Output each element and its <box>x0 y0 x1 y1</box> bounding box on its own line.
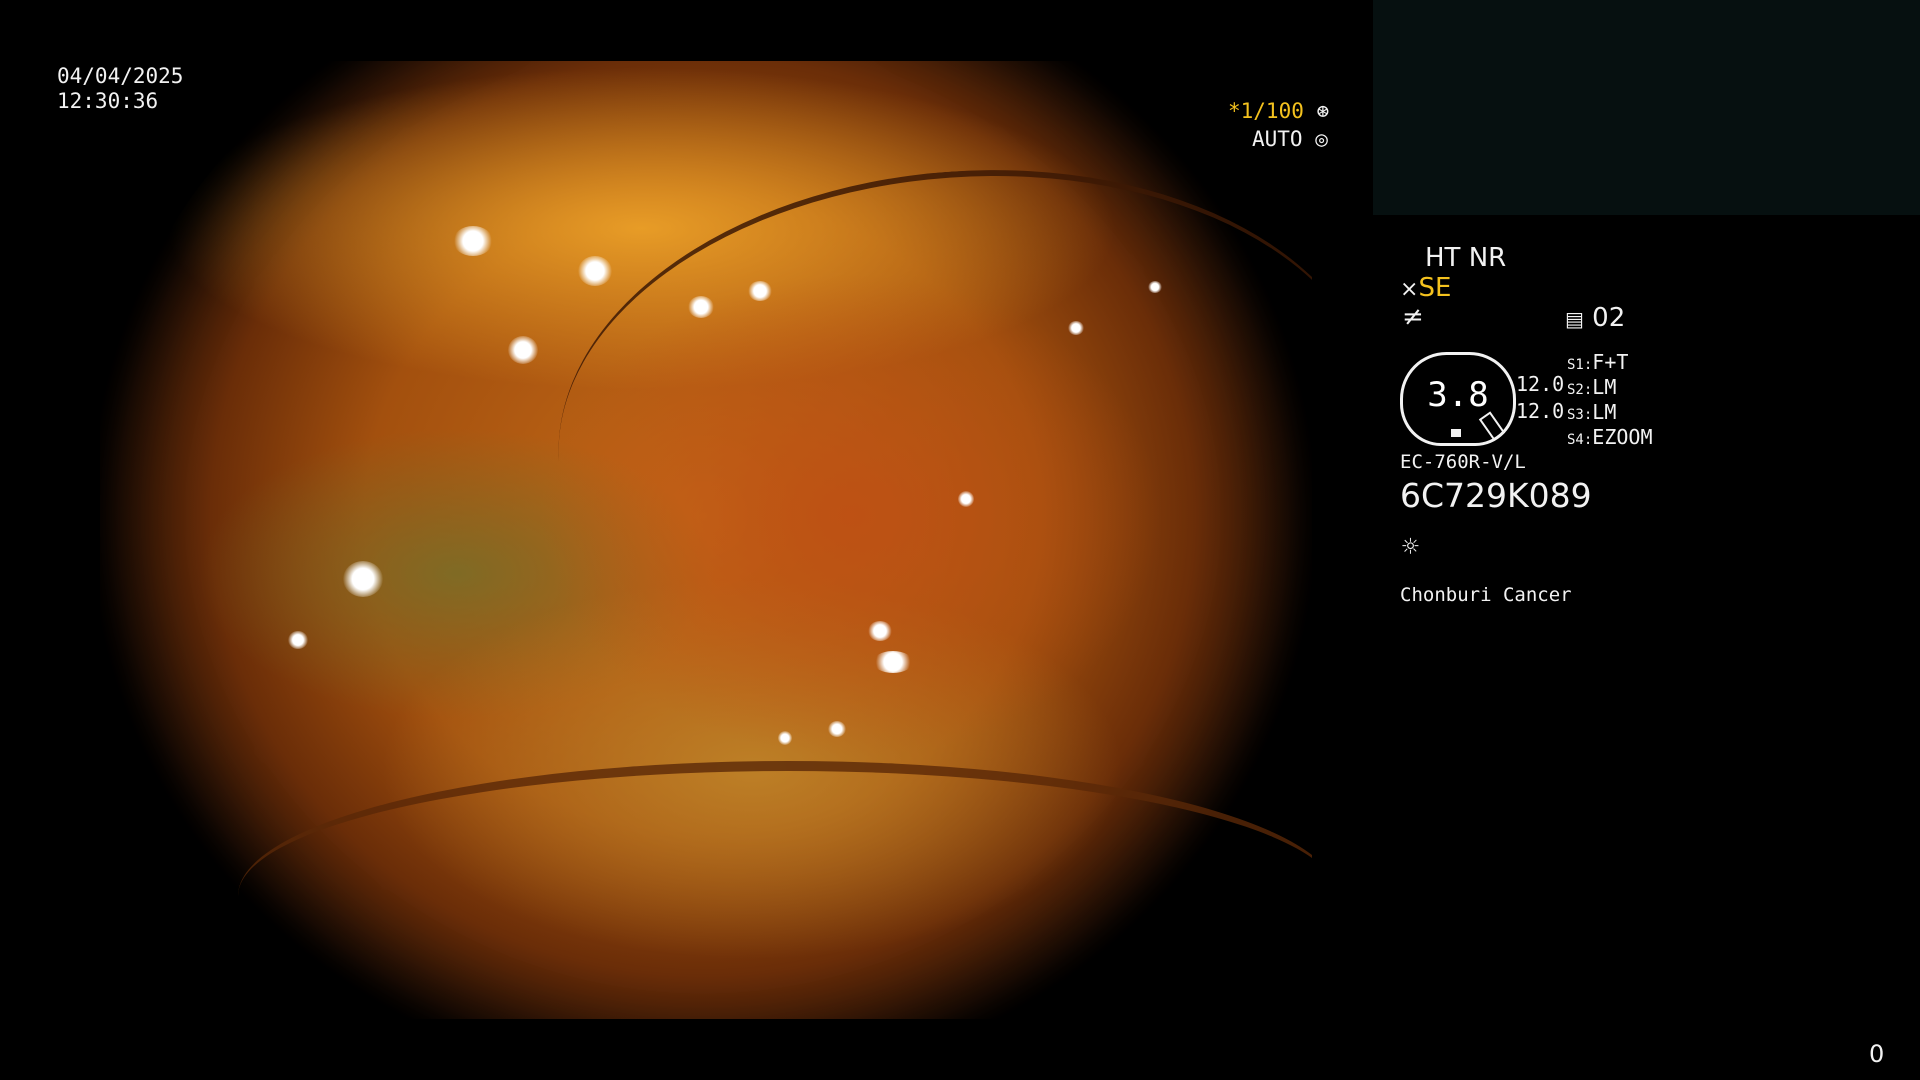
info-block <box>1373 0 1920 215</box>
structure-enhance: ⨯SE <box>1400 273 1451 303</box>
institution-name: Chonburi Cancer <box>1400 584 1572 606</box>
endoscope-view <box>100 61 1312 1019</box>
shutter-speed: *1/100 <box>1228 99 1304 123</box>
specular-highlight <box>868 621 892 641</box>
memory-icon: ▤ <box>1565 307 1584 331</box>
exam-time: 12:30:36 <box>57 89 159 113</box>
f-script-icon: ≠ <box>1402 302 1424 332</box>
se-label: SE <box>1418 273 1452 303</box>
mucosal-fold <box>540 143 1312 725</box>
memory-indicator: ▤ 02 <box>1565 303 1625 333</box>
switch-s4: S4:EZOOM <box>1567 425 1653 449</box>
gauge-square-icon <box>1451 429 1461 437</box>
zoom-gauge: 3.8 <box>1400 352 1516 446</box>
gauge-value: 3.8 <box>1427 375 1489 415</box>
specular-highlight <box>578 256 612 286</box>
specular-highlight <box>453 226 493 256</box>
enhance-icon: ⨯ <box>1400 277 1419 302</box>
specular-highlight <box>343 561 383 597</box>
specular-highlight <box>508 336 538 364</box>
specular-highlight <box>288 631 308 649</box>
gauge-left-value-1: 12.0 <box>1516 372 1565 396</box>
specular-highlight <box>1068 321 1084 335</box>
gauge-left-value-2: 12.0 <box>1516 399 1565 423</box>
specular-highlight <box>778 731 792 745</box>
scope-serial: 6C729K089 <box>1400 476 1592 515</box>
exam-date: 04/04/2025 <box>57 64 184 88</box>
specular-highlight <box>1148 281 1162 293</box>
switch-s2: S2:LM <box>1567 375 1617 399</box>
mucosal-fold-lower <box>238 761 1312 1019</box>
switch-s3: S3:LM <box>1567 400 1617 424</box>
specular-highlight <box>748 281 772 301</box>
ht-nr-label: HT NR <box>1425 243 1507 273</box>
iris-indicator: AUTO ◎ <box>1252 127 1328 151</box>
specular-highlight <box>688 296 714 318</box>
endoscope-image <box>100 61 1312 1019</box>
switch-s1: S1:F+T <box>1567 350 1629 374</box>
frame-counter: 0 <box>1869 1040 1885 1068</box>
specular-highlight <box>828 721 846 737</box>
specular-highlight <box>873 651 913 673</box>
iris-mode: AUTO <box>1252 127 1303 151</box>
sun-icon: ☼ <box>1402 530 1419 563</box>
aperture-icon: ⊛ <box>1316 99 1330 123</box>
specular-highlight <box>958 491 974 507</box>
memory-number: 02 <box>1592 303 1626 333</box>
scope-model: EC-760R-V/L <box>1400 451 1526 473</box>
shutter-indicator: *1/100 ⊛ <box>1228 99 1329 123</box>
gauge-needle-icon <box>1478 411 1506 441</box>
iris-icon: ◎ <box>1315 127 1328 151</box>
